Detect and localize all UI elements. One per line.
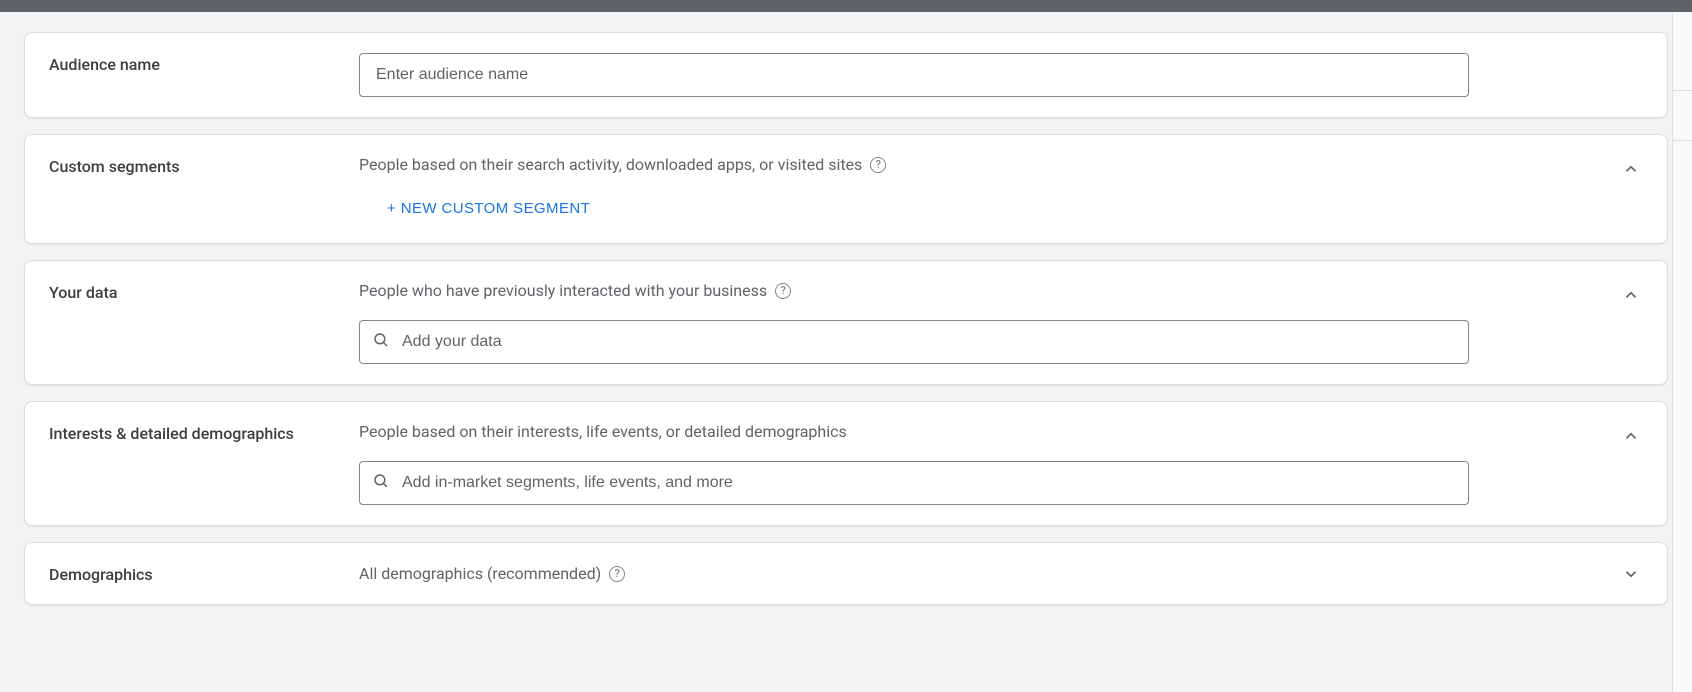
interests-card: Interests & detailed demographics People…: [24, 401, 1668, 526]
demographics-label: Demographics: [49, 563, 359, 584]
search-icon: [372, 331, 390, 353]
your-data-card: Your data People who have previously int…: [24, 260, 1668, 385]
custom-segments-label: Custom segments: [49, 155, 359, 176]
scrollbar-mark: [1673, 90, 1692, 91]
interests-search-input[interactable]: [400, 462, 1456, 504]
your-data-search[interactable]: [359, 320, 1469, 364]
your-data-search-input[interactable]: [400, 321, 1456, 363]
chevron-down-icon: [1622, 565, 1640, 583]
your-data-description: People who have previously interacted wi…: [359, 281, 1643, 300]
your-data-label: Your data: [49, 281, 359, 302]
demographics-description: All demographics (recommended) ?: [359, 564, 1643, 583]
chevron-up-icon: [1622, 160, 1640, 178]
collapse-toggle[interactable]: [1619, 157, 1643, 181]
interests-description: People based on their interests, life ev…: [359, 422, 1643, 441]
scrollbar-mark: [1673, 140, 1692, 141]
expand-toggle[interactable]: [1619, 562, 1643, 586]
custom-segments-description-text: People based on their search activity, d…: [359, 155, 862, 174]
help-icon[interactable]: ?: [775, 283, 791, 299]
help-icon[interactable]: ?: [609, 566, 625, 582]
search-icon: [372, 472, 390, 494]
custom-segments-card: Custom segments People based on their se…: [24, 134, 1668, 244]
help-icon[interactable]: ?: [870, 157, 886, 173]
page-content: Audience name Custom segments People bas…: [0, 12, 1692, 661]
audience-name-card: Audience name: [24, 32, 1668, 118]
demographics-card: Demographics All demographics (recommend…: [24, 542, 1668, 605]
collapse-toggle[interactable]: [1619, 283, 1643, 307]
chevron-up-icon: [1622, 427, 1640, 445]
collapse-toggle[interactable]: [1619, 424, 1643, 448]
new-custom-segment-button[interactable]: + NEW CUSTOM SEGMENT: [383, 194, 594, 223]
header-bar: [0, 0, 1692, 12]
chevron-up-icon: [1622, 286, 1640, 304]
audience-name-label: Audience name: [49, 53, 359, 74]
demographics-description-text: All demographics (recommended): [359, 564, 601, 583]
custom-segments-description: People based on their search activity, d…: [359, 155, 1643, 174]
scrollbar-track[interactable]: [1672, 12, 1692, 692]
your-data-description-text: People who have previously interacted wi…: [359, 281, 767, 300]
interests-search[interactable]: [359, 461, 1469, 505]
interests-label: Interests & detailed demographics: [49, 422, 359, 443]
audience-name-input[interactable]: [359, 53, 1469, 97]
interests-description-text: People based on their interests, life ev…: [359, 422, 847, 441]
